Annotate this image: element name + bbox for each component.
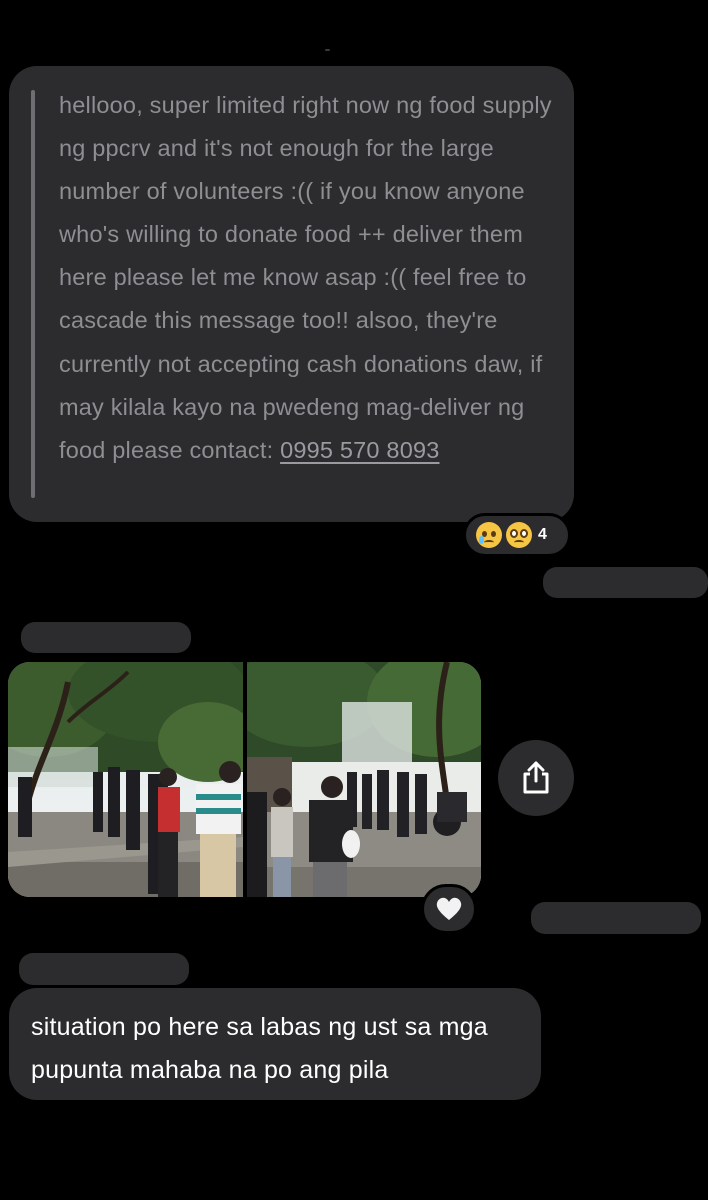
reaction-count: 4 (538, 526, 547, 543)
street-crowd-photo-2[interactable] (247, 662, 481, 897)
message-bubble[interactable]: situation po here sa labas ng ust sa mga… (9, 988, 541, 1100)
redacted-label (531, 902, 701, 934)
redacted-sender-name (21, 622, 191, 653)
quote-bar (31, 90, 35, 498)
reactions-badge[interactable]: 4 (463, 513, 571, 557)
quoted-message-bubble[interactable]: hellooo, super limited right now ng food… (9, 66, 574, 522)
heart-reaction-badge[interactable] (421, 884, 477, 934)
redacted-label (543, 567, 708, 598)
crying-face-icon (476, 522, 502, 548)
pleading-face-icon (506, 522, 532, 548)
quoted-message-body: hellooo, super limited right now ng food… (59, 92, 552, 463)
heart-icon (436, 897, 462, 920)
photo-message[interactable] (8, 662, 481, 897)
share-button[interactable] (498, 740, 574, 816)
phone-number-link[interactable]: 0995 570 8093 (280, 437, 439, 463)
top-indicator (325, 49, 330, 51)
message-text: situation po here sa labas ng ust sa mga… (31, 1013, 488, 1084)
street-crowd-photo-1[interactable] (8, 662, 243, 897)
quoted-message-text: hellooo, super limited right now ng food… (59, 84, 559, 472)
redacted-sender-name (19, 953, 189, 985)
share-icon (523, 761, 549, 794)
